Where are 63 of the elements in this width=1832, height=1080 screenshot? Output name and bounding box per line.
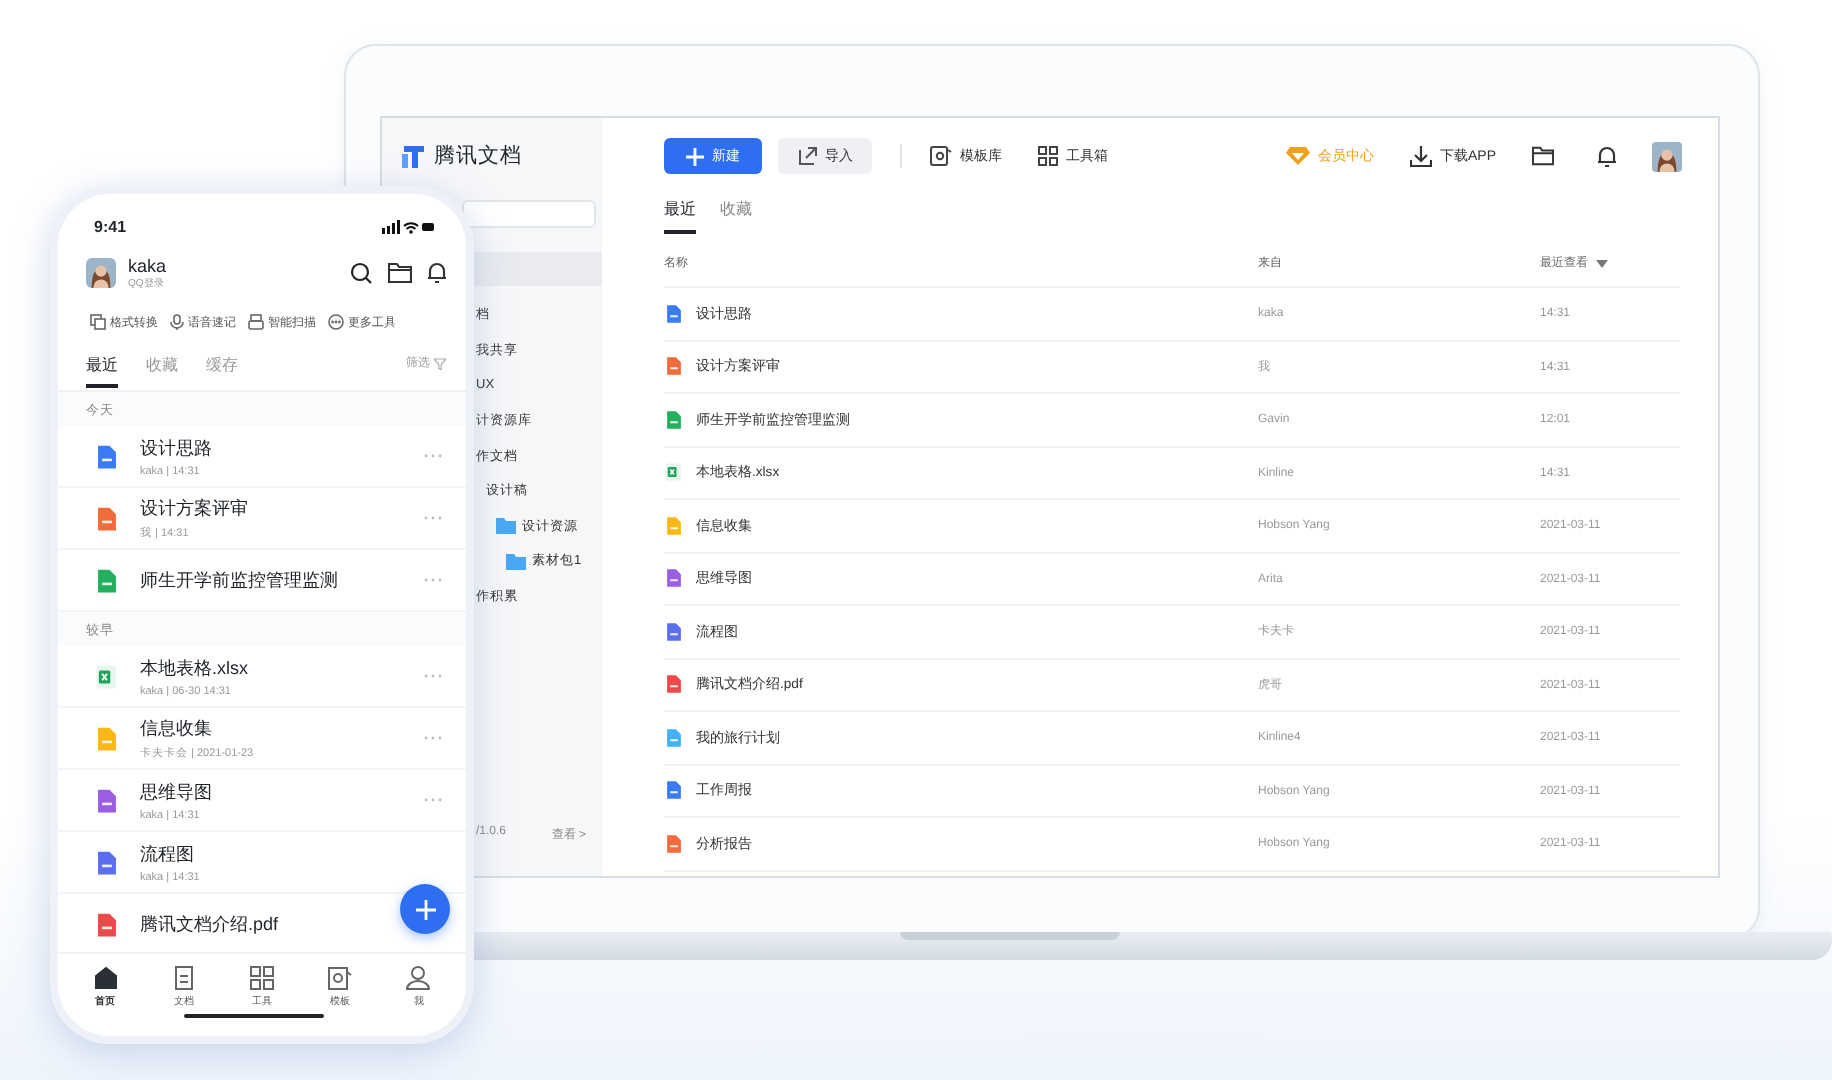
filter-icon	[434, 357, 446, 369]
more-icon	[328, 314, 344, 330]
template-icon	[328, 966, 353, 990]
folder-icon[interactable]	[1532, 146, 1554, 166]
file-name[interactable]: 腾讯文档介绍.pdf	[140, 911, 279, 937]
flowchart-icon	[94, 849, 120, 875]
tab[interactable]: 最近	[664, 196, 696, 234]
template-icon	[930, 146, 952, 166]
sheet-icon	[664, 409, 684, 430]
search-icon[interactable]	[350, 261, 372, 283]
app-title: 腾讯文档	[434, 142, 522, 170]
printer-icon	[248, 314, 264, 330]
pdf-icon	[664, 674, 684, 695]
document-icon	[171, 966, 196, 990]
diamond-icon	[1285, 146, 1310, 166]
file-name[interactable]: 师生开学前监控管理监测	[140, 567, 338, 593]
logo-icon	[402, 143, 426, 169]
slides-icon	[664, 833, 684, 854]
user-name: kaka	[128, 255, 167, 275]
sheet-icon	[94, 567, 120, 593]
sort-caret-icon[interactable]	[1596, 259, 1608, 267]
tab[interactable]: 收藏	[720, 196, 752, 230]
file-name[interactable]: 思维导图	[140, 779, 212, 805]
file-name[interactable]: 流程图	[140, 841, 194, 867]
copy-icon	[90, 314, 106, 330]
form-icon	[94, 725, 120, 751]
file-name[interactable]: 设计思路	[140, 435, 212, 461]
home-icon	[93, 966, 118, 990]
grid-icon	[249, 966, 274, 990]
plus-icon	[686, 147, 704, 165]
folder-icon[interactable]	[388, 261, 412, 283]
document-icon	[664, 303, 684, 324]
person-icon	[406, 966, 431, 990]
plus-icon	[415, 899, 435, 919]
microphone-icon	[170, 314, 184, 330]
pdf-icon	[94, 911, 120, 937]
file-name[interactable]: 本地表格.xlsx	[140, 655, 248, 681]
status-time: 9:41	[94, 217, 127, 235]
home-indicator	[184, 1013, 324, 1018]
download-icon	[1409, 145, 1432, 167]
bell-icon[interactable]	[1598, 145, 1616, 167]
plan-icon	[664, 727, 684, 748]
slides-icon	[94, 505, 120, 531]
grid-icon	[1038, 146, 1058, 166]
spreadsheet-icon	[94, 663, 120, 689]
file-name[interactable]: 设计方案评审	[140, 496, 248, 522]
search-field[interactable]	[462, 200, 596, 228]
form-icon	[664, 515, 684, 536]
flowchart-icon	[664, 621, 684, 642]
spreadsheet-icon	[664, 462, 684, 483]
file-name[interactable]: 信息收集	[140, 716, 212, 742]
import-icon	[797, 146, 817, 166]
document-icon	[664, 780, 684, 801]
mindmap-icon	[664, 568, 684, 589]
avatar[interactable]	[86, 257, 116, 287]
bell-icon[interactable]	[428, 261, 446, 283]
avatar[interactable]	[1652, 141, 1682, 171]
add-button[interactable]	[400, 884, 450, 934]
tab[interactable]: 最近	[86, 354, 118, 388]
document-icon	[94, 443, 120, 469]
status-icons	[382, 219, 434, 233]
mindmap-icon	[94, 787, 120, 813]
slides-icon	[664, 356, 684, 377]
